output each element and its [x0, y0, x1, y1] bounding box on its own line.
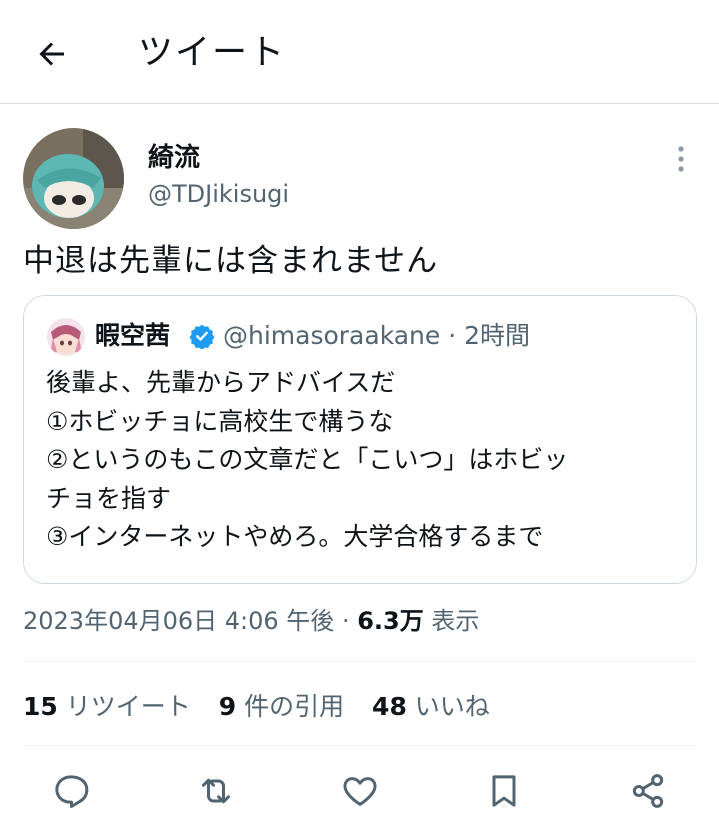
share-button[interactable] [628, 771, 668, 811]
likes-count: 48 [372, 692, 407, 721]
page-title: ツイート [138, 33, 287, 73]
views-label: 表示 [431, 607, 480, 635]
quoted-separator: · [448, 321, 457, 350]
reply-icon [55, 775, 89, 808]
more-vertical-icon [678, 146, 684, 172]
quoted-time[interactable]: 2時間 [464, 321, 530, 350]
quoted-avatar[interactable] [47, 318, 85, 356]
back-button[interactable] [34, 36, 70, 72]
retweets-stat[interactable]: 15 リツイート [23, 690, 191, 724]
quotes-count: 9 [218, 692, 237, 721]
quoted-text: 後輩よ、先輩からアドバイスだ ①ホビッチョに高校生で構うな ②というのもこの文章… [46, 364, 676, 557]
retweet-button[interactable] [196, 771, 236, 811]
quoted-line: 後輩よ、先輩からアドバイスだ [46, 368, 396, 397]
timestamp[interactable]: 2023年04月06日 4:06 午後 [23, 607, 334, 635]
quoted-line: チョを指す [46, 483, 172, 513]
reply-button[interactable] [51, 771, 91, 811]
top-bar: ツイート [0, 0, 719, 104]
bookmark-icon [492, 775, 516, 807]
divider [23, 745, 697, 746]
engagement-stats: 15 リツイート 9 件の引用 48 いいね [23, 690, 510, 724]
share-icon [632, 774, 664, 808]
meta-separator: · [341, 607, 350, 635]
quoted-line: ③インターネットやめろ。大学合格するまで [46, 522, 544, 551]
timestamp-row: 2023年04月06日 4:06 午後 · 6.3万 表示 [23, 604, 479, 638]
tweet-text: 中退は先輩には含まれません [23, 243, 439, 279]
author-display-name[interactable]: 綺流 [148, 141, 200, 175]
likes-stat[interactable]: 48 いいね [372, 690, 490, 724]
quoted-line: ②というのもこの文章だと「こいつ」はホビッ [46, 445, 569, 474]
views-count: 6.3万 [357, 607, 424, 635]
retweets-count: 15 [23, 692, 58, 721]
verified-badge-icon [189, 324, 215, 349]
heart-icon [343, 777, 377, 806]
avatar-image [23, 128, 124, 229]
more-options-button[interactable] [667, 143, 695, 175]
author-handle[interactable]: @TDJikisugi [148, 178, 289, 210]
divider [23, 661, 697, 662]
quoted-avatar-image [47, 318, 85, 356]
quotes-stat[interactable]: 9 件の引用 [219, 690, 344, 724]
avatar[interactable] [23, 128, 124, 229]
bookmark-button[interactable] [484, 771, 524, 811]
quoted-display-name[interactable]: 暇空茜 [95, 319, 170, 353]
retweet-icon [202, 778, 230, 804]
likes-label: いいね [414, 692, 490, 721]
quotes-label: 件の引用 [244, 692, 345, 721]
retweets-label: リツイート [65, 692, 191, 721]
arrow-left-icon [39, 42, 64, 66]
quoted-meta: @himasoraakane · 2時間 [223, 319, 530, 353]
quoted-tweet-card[interactable]: 暇空茜 @himasoraakane · 2時間 後輩よ、先輩からアドバイスだ … [23, 295, 697, 584]
quoted-handle[interactable]: @himasoraakane [223, 321, 440, 350]
like-button[interactable] [340, 771, 380, 811]
quoted-line: ①ホビッチョに高校生で構うな [46, 406, 394, 436]
